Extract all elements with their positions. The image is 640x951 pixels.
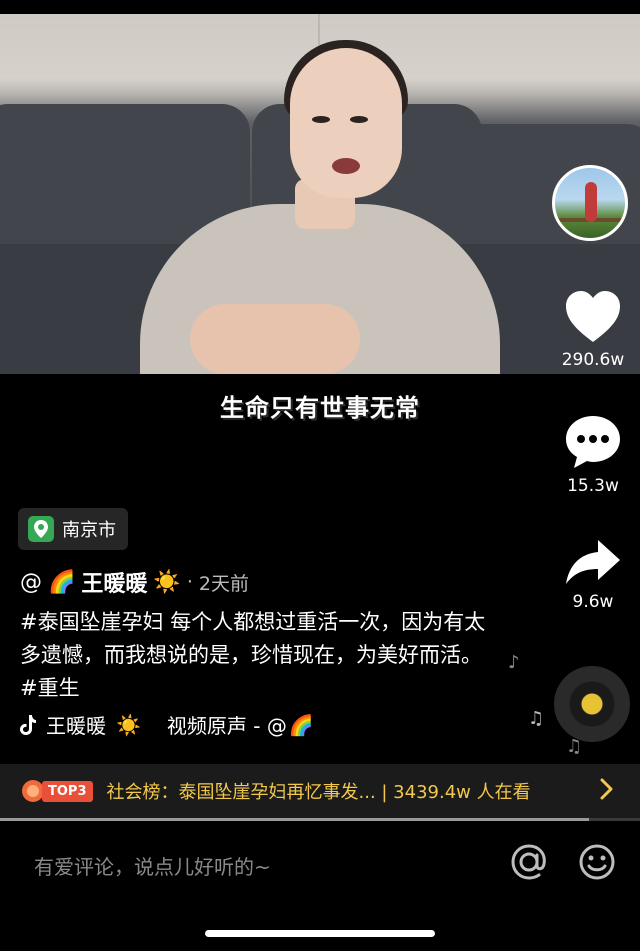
comment-count: 15.3w	[567, 476, 619, 496]
video-subtitle: 生命只有世事无常	[220, 394, 420, 422]
video-player[interactable]	[0, 14, 640, 374]
music-creator: 王暖暖	[46, 714, 106, 738]
like-button[interactable]: 290.6w	[556, 290, 630, 370]
location-chip[interactable]: 南京市	[18, 508, 128, 550]
music-title-emoji: 🌈	[288, 712, 314, 737]
music-creator-emoji: ☀️	[116, 712, 141, 737]
music-line[interactable]: 王暖暖 ☀️ 视频原声 - @ 🌈	[20, 710, 314, 739]
share-count: 9.6w	[572, 592, 614, 612]
person-face	[290, 48, 402, 198]
music-record-disc[interactable]	[554, 666, 630, 742]
home-indicator[interactable]	[205, 930, 435, 937]
music-note-icon: ♪	[508, 652, 520, 673]
ranking-banner[interactable]: TOP3 社会榜：泰国坠崖孕妇再忆事发... | 3439.4w 人在看	[0, 764, 640, 818]
author-at-prefix: @	[20, 569, 42, 595]
comment-bubble-icon	[566, 416, 620, 468]
music-note-icon: ♫	[528, 708, 545, 729]
status-bar	[0, 0, 640, 14]
ranking-badge-label: TOP3	[42, 780, 93, 802]
rainbow-emoji: 🌈	[48, 569, 76, 595]
chevron-right-icon	[600, 778, 613, 800]
sun-emoji: ☀️	[153, 569, 181, 595]
share-button[interactable]: 9.6w	[556, 538, 630, 612]
at-icon[interactable]	[510, 843, 548, 881]
ranking-text: 社会榜：泰国坠崖孕妇再忆事发... | 3439.4w 人在看	[106, 782, 531, 803]
person-eye	[312, 116, 330, 123]
smiley-icon[interactable]	[578, 843, 616, 881]
comment-input[interactable]: 有爱评论，说点儿好听的~	[34, 851, 271, 880]
person-eye	[350, 116, 368, 123]
heart-icon	[566, 291, 620, 342]
person-hands	[190, 304, 360, 374]
location-label: 南京市	[62, 520, 116, 541]
creator-avatar[interactable]	[552, 165, 628, 241]
comment-button[interactable]: 15.3w	[556, 414, 630, 496]
post-time: 2天前	[198, 572, 249, 595]
author-name[interactable]: 王暖暖	[81, 566, 147, 598]
music-title: 视频原声 - @	[166, 714, 287, 738]
tiktok-note-icon	[20, 714, 36, 735]
time-separator: ·	[186, 571, 193, 593]
share-arrow-icon	[566, 540, 620, 584]
location-pin-icon	[28, 516, 54, 542]
like-count: 290.6w	[561, 350, 625, 370]
avatar-figure	[585, 182, 597, 222]
post-description[interactable]: #泰国坠崖孕妇 每个人都想过重活一次，因为有太多遗憾，而我想说的是，珍惜现在，为…	[20, 606, 490, 705]
author-line[interactable]: @ 🌈 王暖暖 ☀️ · 2天前	[20, 566, 249, 598]
person-mouth	[332, 158, 360, 174]
ranking-badge: TOP3	[20, 779, 93, 803]
